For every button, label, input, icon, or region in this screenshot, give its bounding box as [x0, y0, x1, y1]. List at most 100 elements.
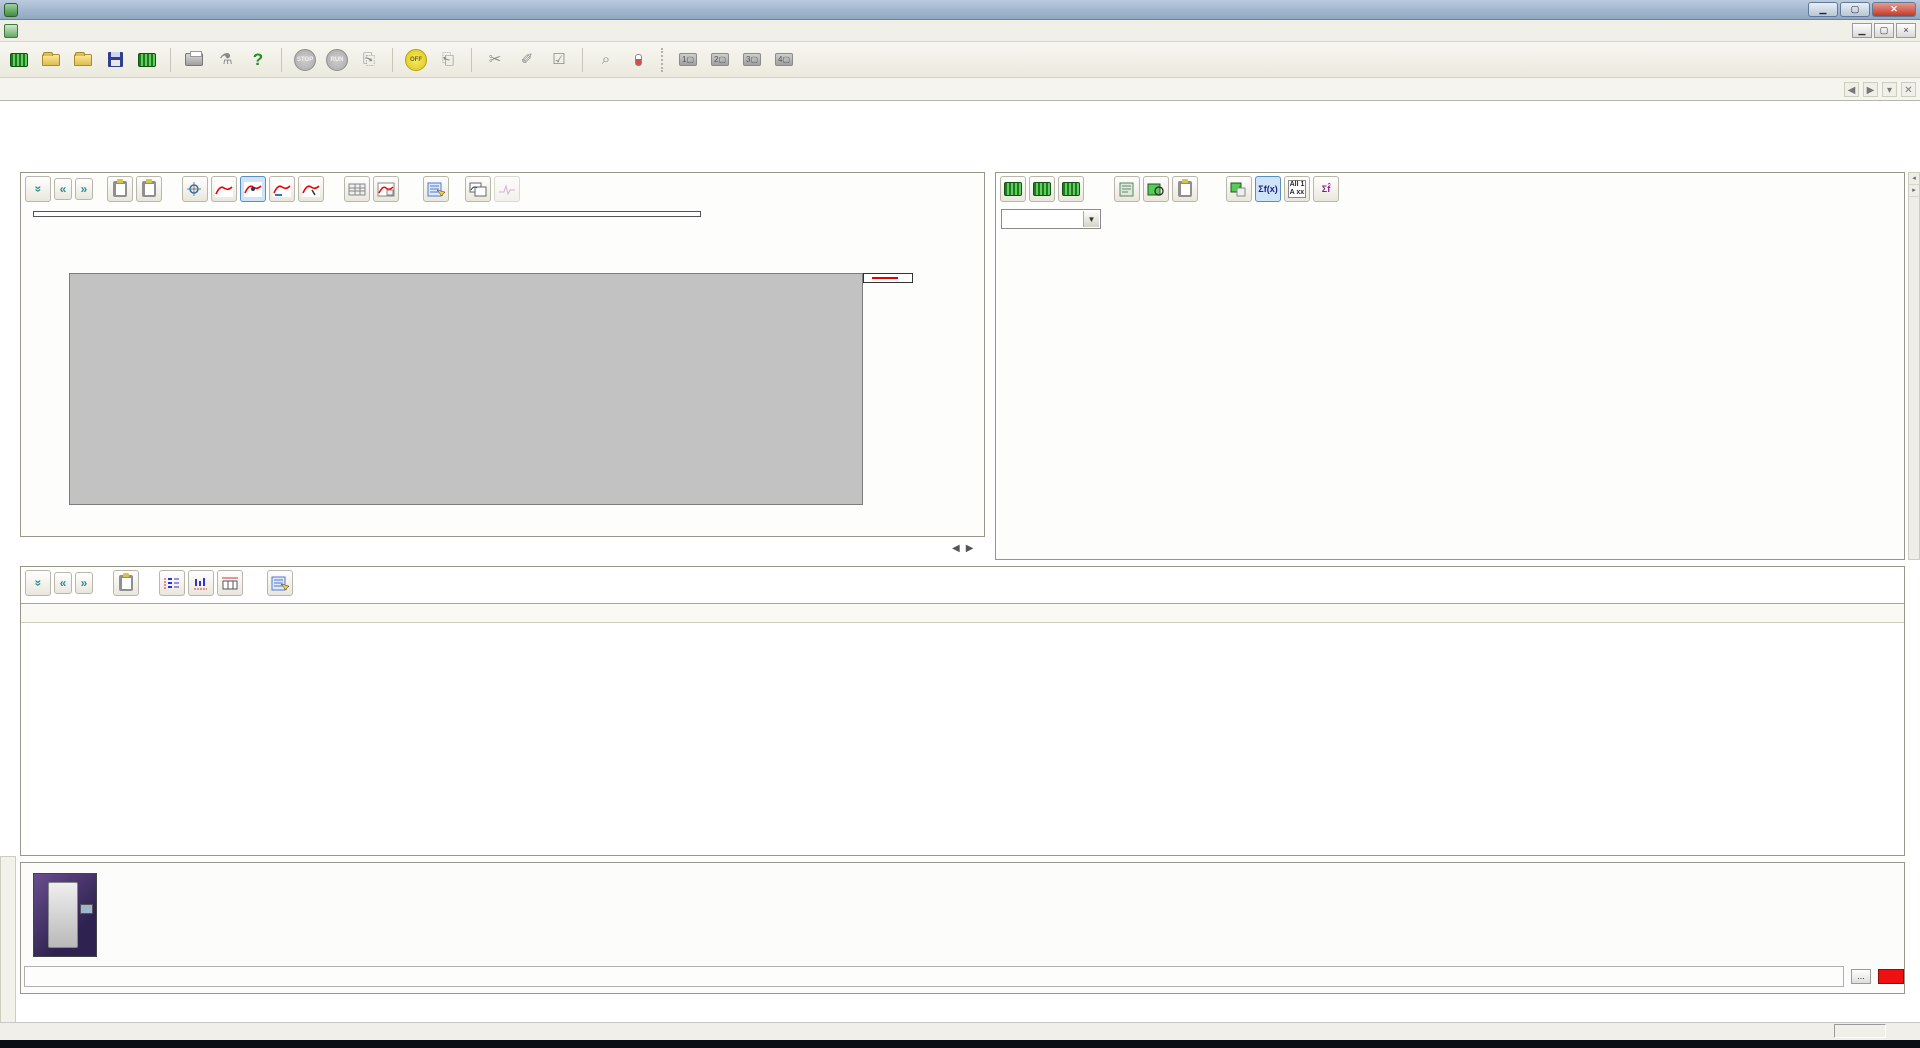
plate-paste-button[interactable]: [1172, 176, 1198, 202]
wash-button[interactable]: ✐: [514, 47, 540, 73]
export-button[interactable]: [134, 47, 160, 73]
graph-options-menu-button[interactable]: [423, 176, 449, 202]
tab-scroll-left-button[interactable]: ◀: [1844, 82, 1859, 97]
print-button[interactable]: [181, 47, 207, 73]
scale-pinned-button[interactable]: [240, 176, 266, 202]
maximize-button[interactable]: ▢: [1840, 2, 1870, 17]
subtab-left-button[interactable]: ◀: [952, 543, 960, 554]
paste-values-button[interactable]: [107, 176, 133, 202]
table-prev-button[interactable]: «: [54, 572, 72, 594]
tab-scroll-right-button[interactable]: ▶: [1863, 82, 1878, 97]
manual-scale-button[interactable]: [298, 176, 324, 202]
transfer-status-button[interactable]: ⎗: [435, 47, 461, 73]
source-plate-2-button[interactable]: 2▢: [707, 47, 733, 73]
detail-graph-panel: » « »: [20, 172, 985, 537]
tab-close-button[interactable]: ✕: [1901, 82, 1916, 97]
table-view-button[interactable]: [344, 176, 370, 202]
fault-message-bar: [24, 966, 1844, 987]
mdi-close-button[interactable]: ×: [1896, 23, 1916, 38]
menu-bar: [0, 20, 1920, 42]
legend-line-sample: [872, 277, 898, 279]
save-button[interactable]: [102, 47, 128, 73]
subtab-right-button[interactable]: ▶: [966, 543, 974, 554]
reduction-function-button[interactable]: Σf(x): [1255, 176, 1281, 202]
docked-panel-tab[interactable]: [0, 856, 16, 1024]
table-next-button[interactable]: »: [75, 572, 93, 594]
table-options-menu-button[interactable]: [267, 570, 293, 596]
show-all-wells-button[interactable]: [1000, 176, 1026, 202]
select-wells-hand-button[interactable]: [1058, 176, 1084, 202]
wand-icon: ✐: [521, 52, 534, 67]
mdi-restore-button[interactable]: ▢: [1874, 23, 1894, 38]
fit-columns-button[interactable]: [217, 570, 243, 596]
graph-table-view-button[interactable]: [373, 176, 399, 202]
title-bar: ▁ ▢ ✕: [0, 0, 1920, 20]
hook-icon: ⌕: [602, 52, 610, 67]
help-button[interactable]: ?: [245, 47, 271, 73]
zoom-pan-button[interactable]: [182, 176, 208, 202]
run-button[interactable]: RUN: [324, 47, 350, 73]
subtab-scroll-arrows: ◀ ▶: [952, 543, 973, 554]
caliper-icon: ✂: [489, 52, 502, 67]
overlay-traces-button[interactable]: [465, 176, 491, 202]
fault-indicator: [1878, 969, 1904, 984]
thermometer-icon: [635, 54, 642, 66]
instrument-status-panel: ...: [20, 862, 1905, 994]
plate-view-panel: Σf(x) All 1A xx Σf̂ ▼: [995, 172, 1905, 560]
fault-details-button[interactable]: ...: [1851, 969, 1871, 984]
plate-export-button[interactable]: [1226, 176, 1252, 202]
plate-zoom-button[interactable]: [1143, 176, 1169, 202]
stop-button[interactable]: STOP: [292, 47, 318, 73]
copy-graph-button[interactable]: [136, 176, 162, 202]
checklist-button[interactable]: ☑: [546, 47, 572, 73]
open-data-button[interactable]: [70, 47, 96, 73]
transfer-icon: ⎗: [442, 52, 454, 67]
well-id-display-button[interactable]: All 1A xx: [1284, 176, 1310, 202]
off-icon: OFF: [405, 49, 427, 71]
source-plate-1-button[interactable]: 1▢: [675, 47, 701, 73]
new-protocol-button[interactable]: [6, 47, 32, 73]
collapse-panel-button[interactable]: »: [25, 176, 51, 202]
scale-x-axis-button[interactable]: [269, 176, 295, 202]
detail-graph-toolbar: » « »: [21, 173, 984, 205]
open-file-button[interactable]: [38, 47, 64, 73]
help-icon: ?: [253, 50, 263, 70]
single-trace-button[interactable]: [494, 176, 520, 202]
status-bar: [0, 1022, 1920, 1040]
splitter-collapse-button[interactable]: ◂: [1909, 173, 1919, 185]
reduction-table-header: [21, 603, 1904, 623]
read-mode-dropdown[interactable]: ▼: [1001, 209, 1101, 229]
mdi-minimize-button[interactable]: ▁: [1852, 23, 1872, 38]
prev-view-button[interactable]: «: [54, 178, 72, 200]
document-tab-bar: [0, 78, 1920, 101]
main-toolbar: ⚗ ? STOP RUN ⎘ OFF ⎗ ✂ ✐ ☑ ⌕ 1▢ 2▢ 3▢ 4▢: [0, 42, 1920, 78]
splitter-expand-button[interactable]: ▸: [1909, 185, 1919, 197]
reagents-button[interactable]: ⚗: [213, 47, 239, 73]
collapse-table-button[interactable]: »: [25, 570, 51, 596]
detail-graph-plot[interactable]: [69, 273, 863, 505]
source-plate-3-button[interactable]: 3▢: [739, 47, 765, 73]
row-format-button[interactable]: [159, 570, 185, 596]
thermometer-button[interactable]: [625, 47, 651, 73]
tab-list-button[interactable]: ▾: [1882, 82, 1897, 97]
pause-icon: ⎘: [363, 52, 375, 67]
checklist-icon: ☑: [552, 52, 565, 67]
next-view-button[interactable]: »: [75, 178, 93, 200]
plate-toolbar: Σf(x) All 1A xx Σf̂: [996, 173, 1904, 205]
column-format-button[interactable]: [188, 570, 214, 596]
scale-to-fit-all-button[interactable]: [211, 176, 237, 202]
calibrate-button[interactable]: ✂: [482, 47, 508, 73]
source-plate-4-button[interactable]: 4▢: [771, 47, 797, 73]
minimize-button[interactable]: ▁: [1808, 2, 1838, 17]
reduction-chart-button[interactable]: Σf̂: [1313, 176, 1339, 202]
document-icon: [4, 24, 18, 38]
close-button[interactable]: ✕: [1872, 2, 1916, 17]
hook-button[interactable]: ⌕: [593, 47, 619, 73]
windows-taskbar[interactable]: [0, 1040, 1920, 1048]
table-paste-button[interactable]: [113, 570, 139, 596]
lamp-off-button[interactable]: OFF: [403, 47, 429, 73]
pause-button[interactable]: ⎘: [356, 47, 382, 73]
notes-button[interactable]: [1114, 176, 1140, 202]
reduction-table-body[interactable]: [21, 623, 1904, 855]
select-wells-cursor-button[interactable]: [1029, 176, 1055, 202]
